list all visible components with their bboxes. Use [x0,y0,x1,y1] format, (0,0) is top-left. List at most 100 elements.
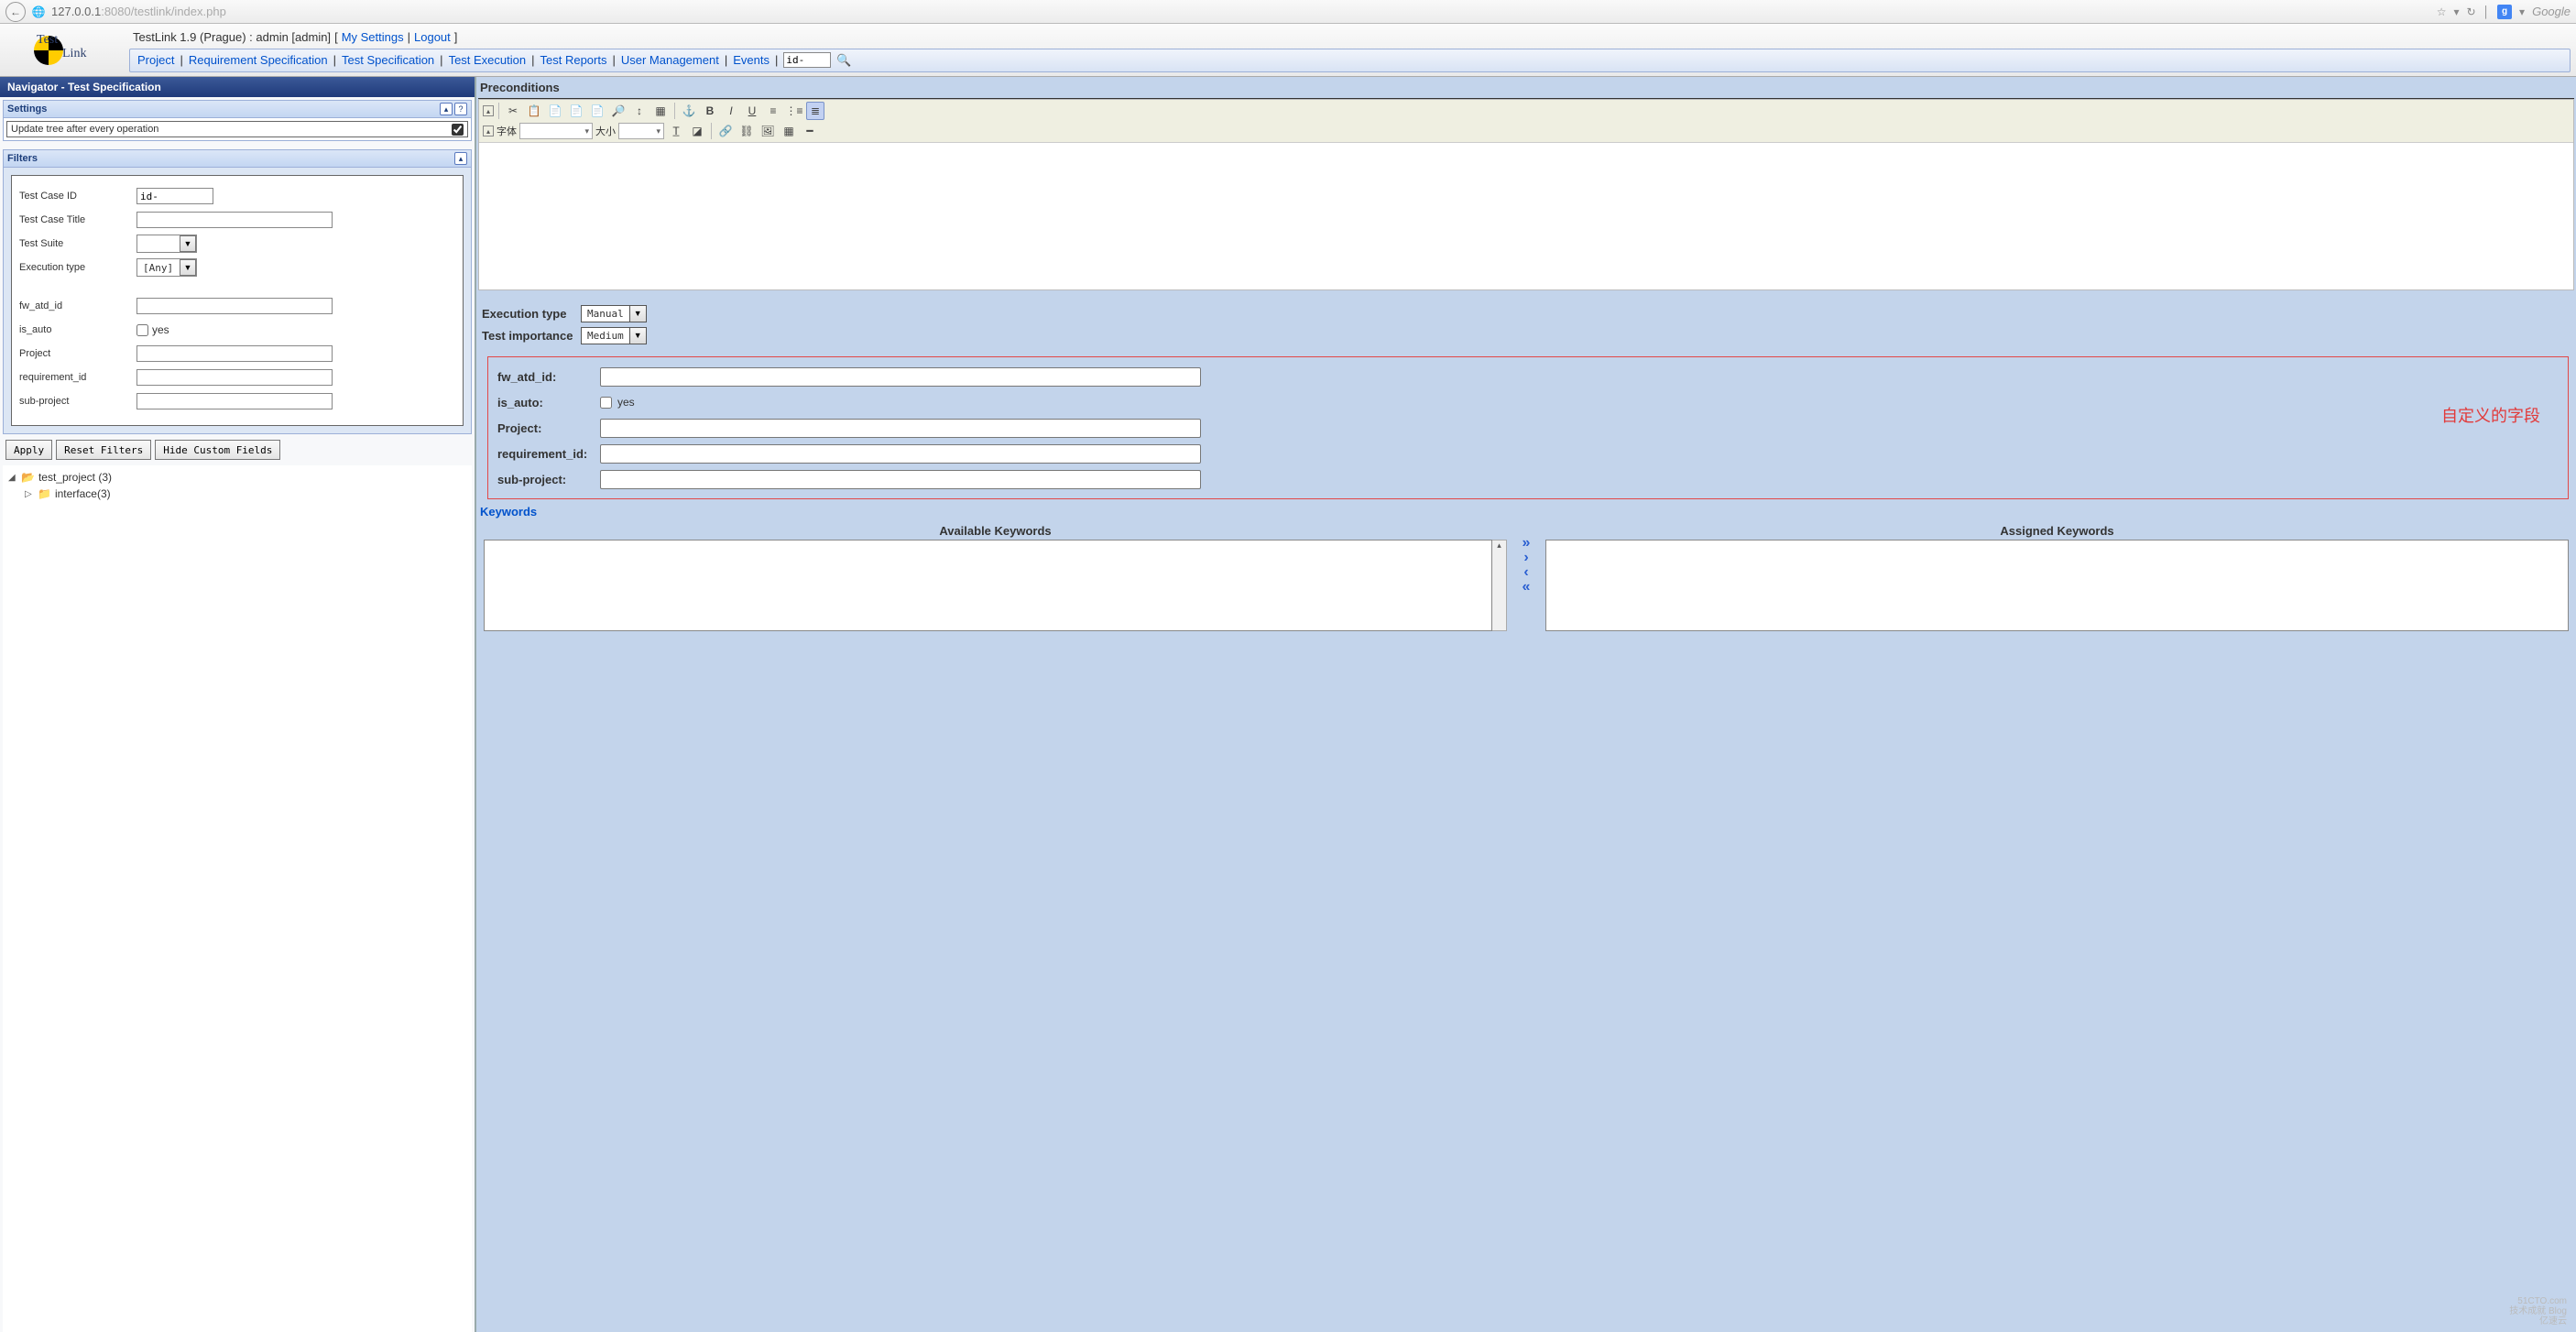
anchor-icon[interactable]: ⚓ [680,102,698,120]
collapse-icon[interactable]: ▴ [454,152,467,165]
search-placeholder[interactable]: Google [2532,5,2571,18]
font-size-dropdown[interactable] [618,123,664,139]
filter-fw-atd-id-input[interactable] [136,298,333,314]
chevron-down-icon[interactable]: ▼ [629,306,646,322]
toolbar-collapse-icon[interactable]: ▴ [483,105,494,116]
reset-filters-button[interactable]: Reset Filters [56,440,151,460]
nav-test-exec[interactable]: Test Execution [449,53,527,67]
bookmark-icon[interactable]: ☆ [2437,5,2447,18]
paste-word-icon[interactable]: 📄 [588,102,606,120]
underline-icon[interactable]: U [743,102,761,120]
available-keywords-list[interactable] [484,540,1492,631]
chevron-down-icon[interactable]: ▼ [180,235,196,252]
tree-root-node[interactable]: ◢ 📂 test_project (3) [8,469,466,486]
cf-is-auto-checkbox[interactable] [600,397,612,409]
hide-custom-fields-button[interactable]: Hide Custom Fields [155,440,280,460]
filter-label: Execution type [19,262,136,273]
importance-dropdown[interactable]: Medium▼ [581,327,647,344]
cut-icon[interactable]: ✂ [504,102,522,120]
font-family-dropdown[interactable] [519,123,593,139]
cf-req-id-input[interactable] [600,444,1201,464]
move-all-left-icon[interactable]: « [1514,581,1538,594]
filter-tc-id-input[interactable] [136,188,213,204]
tree-child-node[interactable]: ▷ 📁 interface(3) [25,486,466,502]
nav-project[interactable]: Project [137,53,174,67]
quick-search-input[interactable] [783,52,831,68]
collapse-icon[interactable]: ▴ [440,103,453,115]
search-engine-chevron-icon[interactable]: ▾ [2519,5,2525,18]
browser-right-icons: ☆ ▾ ↻ │ g ▾ Google [2437,5,2571,19]
move-all-right-icon[interactable]: » [1514,537,1538,550]
move-right-icon[interactable]: › [1514,551,1538,564]
cf-label: is_auto: [497,396,600,409]
custom-fields-annotation: 自定义的字段 [2441,403,2540,427]
app-header: Test Link TestLink 1.9 (Prague) : admin … [0,24,2576,77]
preconditions-label: Preconditions [478,77,2574,99]
exec-type-dropdown[interactable]: Manual▼ [581,305,647,322]
logo-zone[interactable]: Test Link [0,24,124,76]
filter-suite-dropdown[interactable]: ▼ [136,235,197,253]
bullet-list-icon[interactable]: ⋮≡ [785,102,803,120]
link-logout[interactable]: Logout [414,30,451,44]
nav-req-spec[interactable]: Requirement Specification [189,53,328,67]
cf-row-project: Project: [497,416,2559,440]
help-icon[interactable]: ? [454,103,467,115]
filter-tc-title-input[interactable] [136,212,333,228]
toolbar-collapse-icon[interactable]: ▴ [483,126,494,136]
editor-toolbar: ▴ ✂ 📋 📄 📄 📄 🔎 ↕ ▦ ⚓ B I U ≡ ⋮≡ [479,100,2573,143]
table-icon[interactable]: ▦ [780,122,798,140]
google-search-icon[interactable]: g [2497,5,2512,19]
select-all-icon[interactable]: ▦ [651,102,670,120]
dropdown-icon[interactable]: ▾ [2453,5,2459,18]
search-icon[interactable]: 🔍 [836,53,851,68]
cf-fw-atd-id-input[interactable] [600,367,1201,387]
exec-type-row: Execution type Manual▼ [482,303,2571,323]
apply-button[interactable]: Apply [5,440,52,460]
text-color-icon[interactable]: T̲ [667,122,685,140]
align-justify-icon[interactable]: ≣ [806,102,824,120]
unlink-icon[interactable]: ⛓ [737,122,756,140]
move-left-icon[interactable]: ‹ [1514,566,1538,579]
italic-icon[interactable]: I [722,102,740,120]
exec-type-label: Execution type [482,307,581,321]
filter-exec-type-dropdown[interactable]: [Any]▼ [136,258,197,277]
filter-req-id-input[interactable] [136,369,333,386]
assigned-keywords-list[interactable] [1545,540,2569,631]
cf-row-req-id: requirement_id: [497,442,2559,465]
browser-back-button[interactable]: ← [5,2,26,22]
address-bar[interactable]: 127.0.0.1:8080/testlink/index.php [51,5,2431,18]
paste-text-icon[interactable]: 📄 [567,102,585,120]
nav-events[interactable]: Events [733,53,770,67]
link-my-settings[interactable]: My Settings [342,30,404,44]
numbered-list-icon[interactable]: ≡ [764,102,782,120]
cf-project-input[interactable] [600,419,1201,438]
preconditions-textarea[interactable] [479,143,2573,289]
hr-icon[interactable]: ━ [801,122,819,140]
tree-node-label: interface(3) [55,487,111,500]
cf-sub-project-input[interactable] [600,470,1201,489]
tree-expand-icon[interactable]: ▷ [25,489,34,499]
update-tree-checkbox[interactable] [452,124,464,136]
main-nav: Project | Requirement Specification | Te… [129,49,2571,72]
link-icon[interactable]: 🔗 [716,122,735,140]
nav-test-spec[interactable]: Test Specification [342,53,434,67]
tree-expand-icon[interactable]: ◢ [8,473,17,483]
replace-icon[interactable]: ↕ [630,102,649,120]
filter-sub-project-input[interactable] [136,393,333,409]
chevron-down-icon[interactable]: ▼ [629,328,646,344]
filter-project-input[interactable] [136,345,333,362]
paste-icon[interactable]: 📄 [546,102,564,120]
image-icon[interactable]: 🖼 [759,122,777,140]
folder-open-icon: 📂 [21,471,35,484]
scrollbar[interactable]: ▴ [1492,540,1507,631]
nav-test-reports[interactable]: Test Reports [540,53,607,67]
reload-icon[interactable]: ↻ [2466,5,2475,18]
find-icon[interactable]: 🔎 [609,102,628,120]
bg-color-icon[interactable]: ◪ [688,122,706,140]
nav-user-mgmt[interactable]: User Management [621,53,719,67]
copy-icon[interactable]: 📋 [525,102,543,120]
site-identity-icon[interactable]: 🌐 [31,5,46,19]
filter-is-auto-checkbox[interactable] [136,324,148,336]
bold-icon[interactable]: B [701,102,719,120]
chevron-down-icon[interactable]: ▼ [180,259,196,276]
